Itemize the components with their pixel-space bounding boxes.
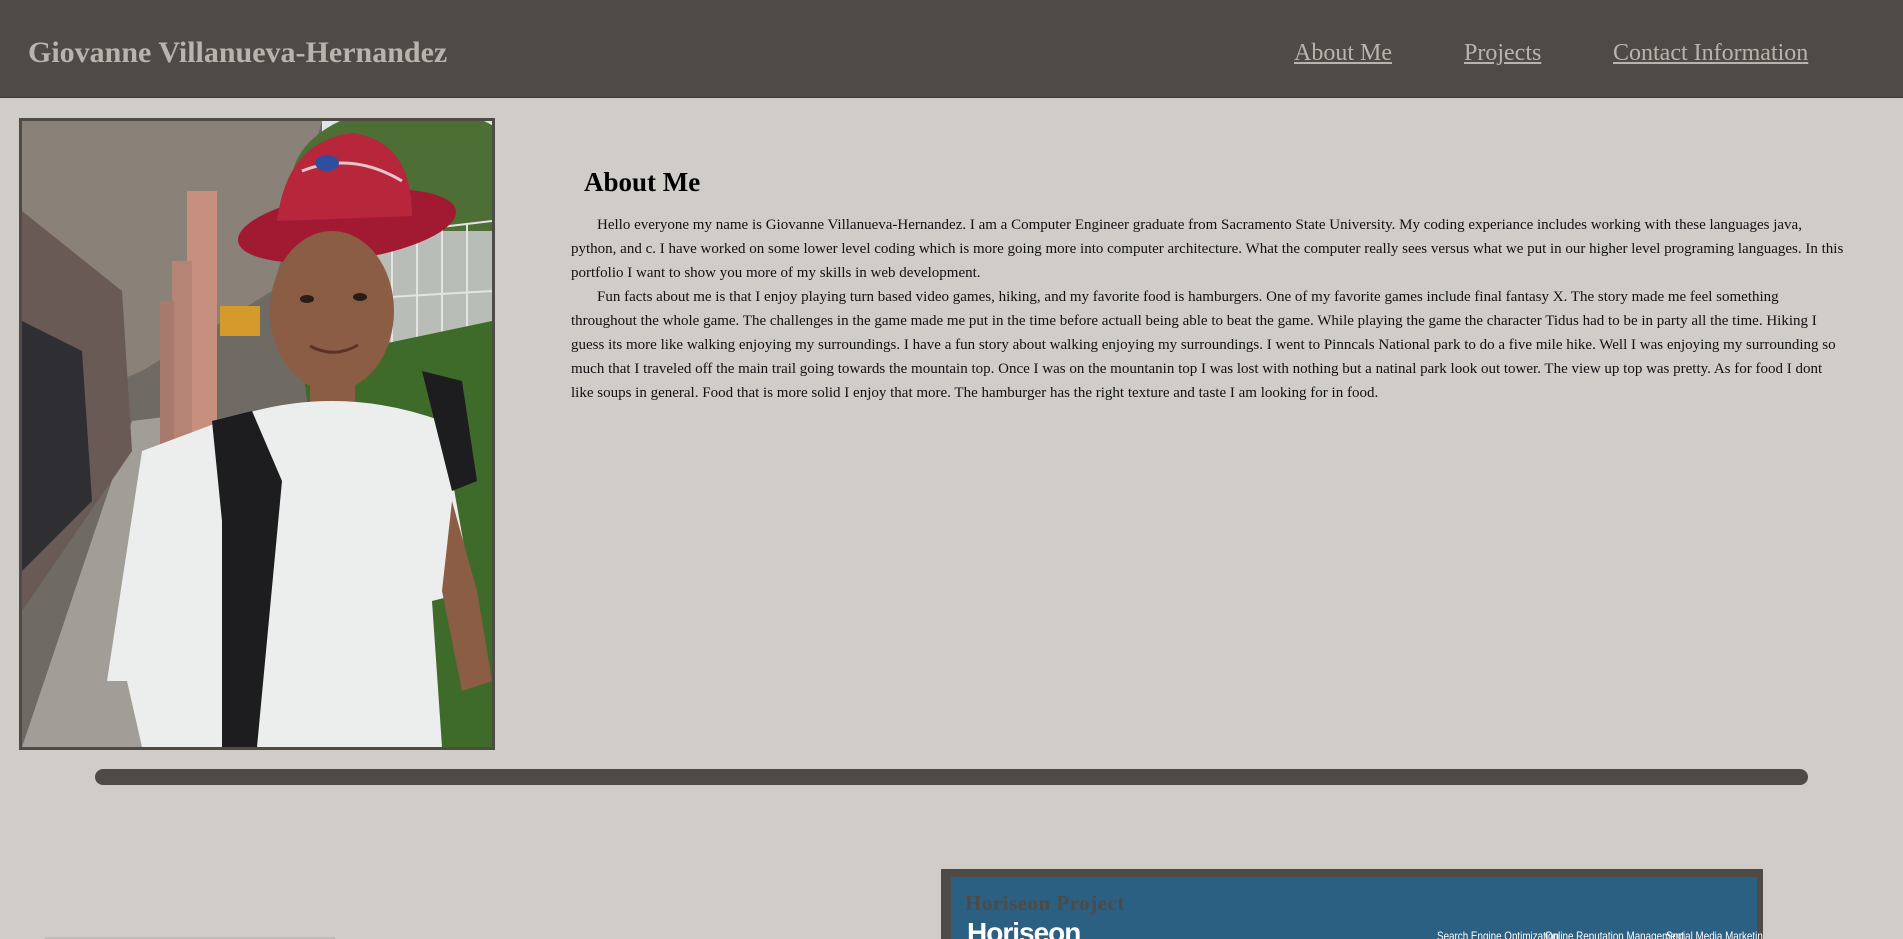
- section-divider: [95, 769, 1808, 785]
- screenshot-nav-item: Social Media Marketing: [1666, 929, 1763, 939]
- site-header: Giovanne Villanueva-Hernandez About Me P…: [0, 0, 1903, 98]
- screenshot-brand-text: Horiseon: [967, 917, 1081, 939]
- nav-link-projects[interactable]: Projects: [1464, 40, 1541, 66]
- nav-link-contact-information[interactable]: Contact Information: [1613, 40, 1808, 66]
- profile-photo: [19, 118, 495, 750]
- about-heading: About Me: [584, 167, 701, 197]
- about-paragraph-fun-facts: Fun facts about me is that I enjoy playi…: [571, 289, 1836, 401]
- project-title: Horiseon Project: [965, 891, 1125, 915]
- about-paragraph-intro: Hello everyone my name is Giovanne Villa…: [571, 217, 1844, 281]
- site-title: Giovanne Villanueva-Hernandez: [28, 36, 448, 69]
- screenshot-nav-item: Search Engine Optimization: [1437, 929, 1559, 939]
- about-text: Hello everyone my name is Giovanne Villa…: [571, 213, 1847, 405]
- nav-link-about-me[interactable]: About Me: [1294, 40, 1392, 66]
- profile-photo-illustration: [22, 121, 492, 747]
- screenshot-nav-item: Online Reputation Management: [1545, 929, 1684, 939]
- project-card-horiseon[interactable]: Horiseon Search Engine Optimization Onli…: [941, 869, 1763, 939]
